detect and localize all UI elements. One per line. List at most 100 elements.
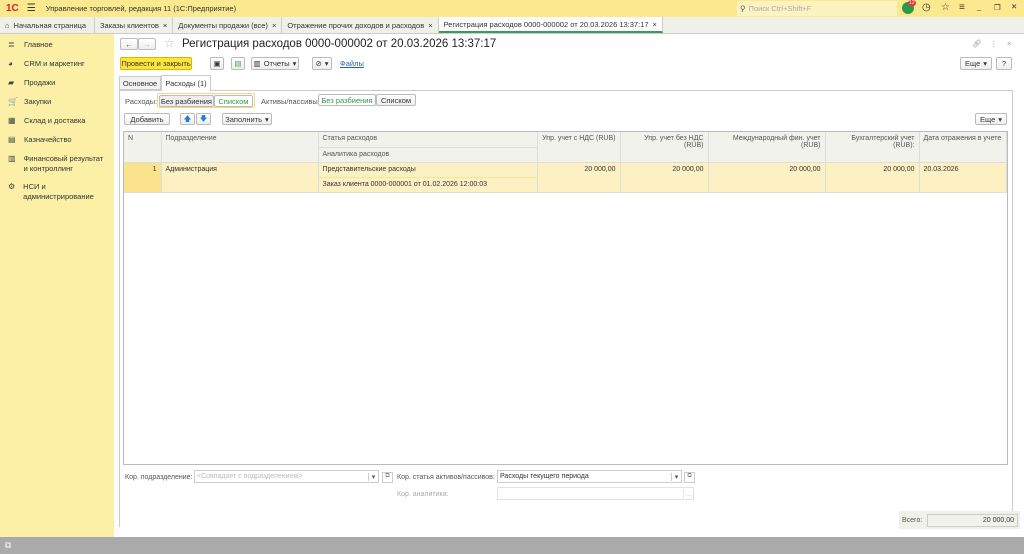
files-link[interactable]: Файлы — [340, 59, 364, 68]
tab-home[interactable]: ⌂ Начальная страница — [0, 17, 95, 33]
sidebar-item-admin[interactable]: ⚙ НСИ и администрирование — [0, 178, 114, 206]
sidebar-item-warehouse[interactable]: ▦ Склад и доставка — [0, 112, 114, 131]
tab-expense-registration[interactable]: Регистрация расходов 0000-000002 от 20.0… — [438, 17, 663, 33]
tab-main[interactable]: Основное — [119, 76, 161, 90]
cell-analytics[interactable]: Заказ клиента 0000-000001 от 01.02.2026 … — [318, 177, 538, 192]
dropdown-icon[interactable]: ▾ — [368, 472, 378, 481]
close-icon[interactable]: ✕ — [1011, 2, 1017, 11]
tab-sales-docs[interactable]: Документы продажи (все) × — [173, 17, 283, 33]
tab-bar: ⌂ Начальная страница Заказы клиентов × Док… — [0, 17, 1024, 34]
close-form-icon[interactable]: × — [1007, 39, 1011, 48]
link-icon[interactable]: 🔗︎ — [972, 39, 982, 48]
cell-vat[interactable]: 20 000,00 — [537, 162, 621, 192]
post-and-close-button[interactable]: Провести и закрыть — [120, 57, 192, 70]
save-button[interactable]: ▣ — [210, 57, 224, 70]
sidebar-item-main[interactable]: ≣ Главное — [0, 36, 114, 55]
table-header: N Подразделение Статья расходов Упр. уче… — [124, 132, 1007, 162]
attach-button[interactable]: ⊘ ▾ — [312, 57, 332, 70]
cell-article[interactable]: Представительские расходы — [318, 162, 538, 178]
more-button[interactable]: Еще ▾ — [960, 57, 992, 70]
col-article[interactable]: Статья расходов — [318, 132, 538, 148]
cell-novat[interactable]: 20 000,00 — [620, 162, 709, 192]
bag-icon: ▰ — [8, 78, 15, 87]
menu-icon[interactable]: ☰ — [27, 3, 36, 14]
open-icon[interactable]: ⧉ — [684, 472, 695, 483]
kor-analytics-label: Кор. аналитика: — [397, 491, 449, 498]
filter-icon[interactable]: ≡ — [959, 2, 965, 13]
col-vat[interactable]: Упр. учет с НДС (RUB) — [537, 132, 621, 162]
status-bar: ⧉ — [0, 537, 1024, 554]
cell-intl[interactable]: 20 000,00 — [708, 162, 826, 192]
col-date[interactable]: Дата отражения в учете — [919, 132, 1007, 162]
page-title: Регистрация расходов 0000-000002 от 20.0… — [182, 38, 497, 50]
cell-dept[interactable]: Администрация — [161, 162, 319, 192]
sidebar: ≣ Главное ◕ CRM и маркетинг ▰ Продажи 🛒 Заку… — [0, 34, 114, 537]
assets-list-button[interactable]: Списком — [376, 94, 416, 106]
col-n[interactable]: N — [124, 132, 162, 162]
kebab-icon[interactable]: ⋮ — [990, 39, 998, 48]
sidebar-item-crm[interactable]: ◕ CRM и маркетинг — [0, 55, 114, 74]
kor-article-field[interactable]: Расходы текущего периода ▾ — [497, 470, 682, 483]
close-icon[interactable]: × — [653, 20, 657, 29]
minimize-icon[interactable]: _ — [977, 2, 981, 11]
paperclip-icon: ⊘ — [315, 59, 322, 68]
assets-label: Активы/пассивы: — [261, 97, 320, 106]
expenses-list-button[interactable]: Списком — [213, 95, 253, 107]
close-icon[interactable]: × — [163, 21, 167, 30]
favorites-icon[interactable]: ☆ — [941, 2, 950, 13]
restore-icon[interactable]: ❐ — [994, 3, 1001, 12]
col-dept[interactable]: Подразделение — [161, 132, 319, 162]
warehouse-icon: ▦ — [8, 116, 16, 125]
kor-dept-field[interactable]: <Совпадает с подразделением> ▾ — [194, 470, 379, 483]
col-intl[interactable]: Международный фин. учет (RUB) — [708, 132, 826, 162]
home-icon: ⌂ — [5, 20, 10, 30]
cell-date[interactable]: 20.03.2026 — [919, 162, 1007, 192]
move-up-button[interactable]: 🡅 — [180, 113, 195, 125]
sidebar-item-purchases[interactable]: 🛒 Закупки — [0, 93, 114, 112]
tab-orders[interactable]: Заказы клиентов × — [95, 17, 174, 33]
print-button[interactable]: ▤ — [231, 57, 245, 70]
col-novat[interactable]: Упр. учет без НДС (RUB) — [620, 132, 709, 162]
table-row[interactable]: 1 Администрация Представительские расход… — [124, 162, 1007, 192]
close-icon[interactable]: × — [428, 21, 432, 30]
windows-icon[interactable]: ⧉ — [5, 540, 11, 551]
cart-icon: 🛒 — [8, 97, 18, 106]
kor-analytics-field[interactable]: … — [497, 487, 694, 500]
col-analytics[interactable]: Аналитика расходов — [318, 147, 538, 162]
add-button[interactable]: Добавить — [124, 113, 170, 125]
expenses-mode-switch: Без разбиения Списком — [157, 93, 255, 108]
save-icon: ▣ — [213, 59, 221, 68]
forward-button[interactable]: → — [138, 38, 156, 50]
fill-button[interactable]: Заполнить ▾ — [222, 113, 272, 125]
total-value: 20 000,00 — [927, 513, 1018, 527]
close-icon[interactable]: × — [272, 21, 276, 30]
select-icon[interactable]: … — [683, 489, 693, 498]
app-logo[interactable]: 1С — [6, 3, 19, 14]
table-more-button[interactable]: Еще ▾ — [975, 113, 1007, 125]
cell-n[interactable]: 1 — [124, 162, 162, 192]
document-icon: ▤ — [234, 59, 242, 68]
cell-acc[interactable]: 20 000,00 — [825, 162, 920, 192]
open-icon[interactable]: ⧉ — [382, 472, 393, 483]
gear-icon: ⚙ — [8, 182, 16, 191]
search-input[interactable]: ⚲ Поиск Ctrl+Shift+F — [737, 1, 897, 16]
back-button[interactable]: ← — [120, 38, 138, 50]
move-down-button[interactable]: 🡇 — [196, 113, 211, 125]
pie-icon: ◕ — [8, 59, 13, 68]
help-button[interactable]: ? — [996, 57, 1012, 70]
dropdown-icon[interactable]: ▾ — [671, 472, 681, 481]
tab-other-income[interactable]: Отражение прочих доходов и расходов × — [282, 17, 439, 33]
expenses-label: Расходы: — [125, 97, 158, 106]
reports-button[interactable]: ▥ Отчеты ▾ — [251, 57, 299, 70]
search-icon: ⚲ — [740, 4, 746, 13]
sidebar-item-sales[interactable]: ▰ Продажи — [0, 74, 114, 93]
col-acc[interactable]: Бухгалтерский учет (RUB): — [825, 132, 920, 162]
history-icon[interactable]: ◷ — [922, 2, 931, 13]
total-label: Всего: — [902, 516, 923, 524]
favorite-star-icon[interactable]: ☆ — [164, 36, 175, 50]
sidebar-item-treasury[interactable]: ▤ Казначейство — [0, 131, 114, 150]
sidebar-item-finance[interactable]: ▥ Финансовый результат и контроллинг — [0, 150, 114, 178]
assets-no-split-button[interactable]: Без разбиения — [318, 94, 376, 106]
tab-expenses[interactable]: Расходы (1) — [161, 75, 211, 91]
expenses-no-split-button[interactable]: Без разбиения — [159, 95, 214, 107]
